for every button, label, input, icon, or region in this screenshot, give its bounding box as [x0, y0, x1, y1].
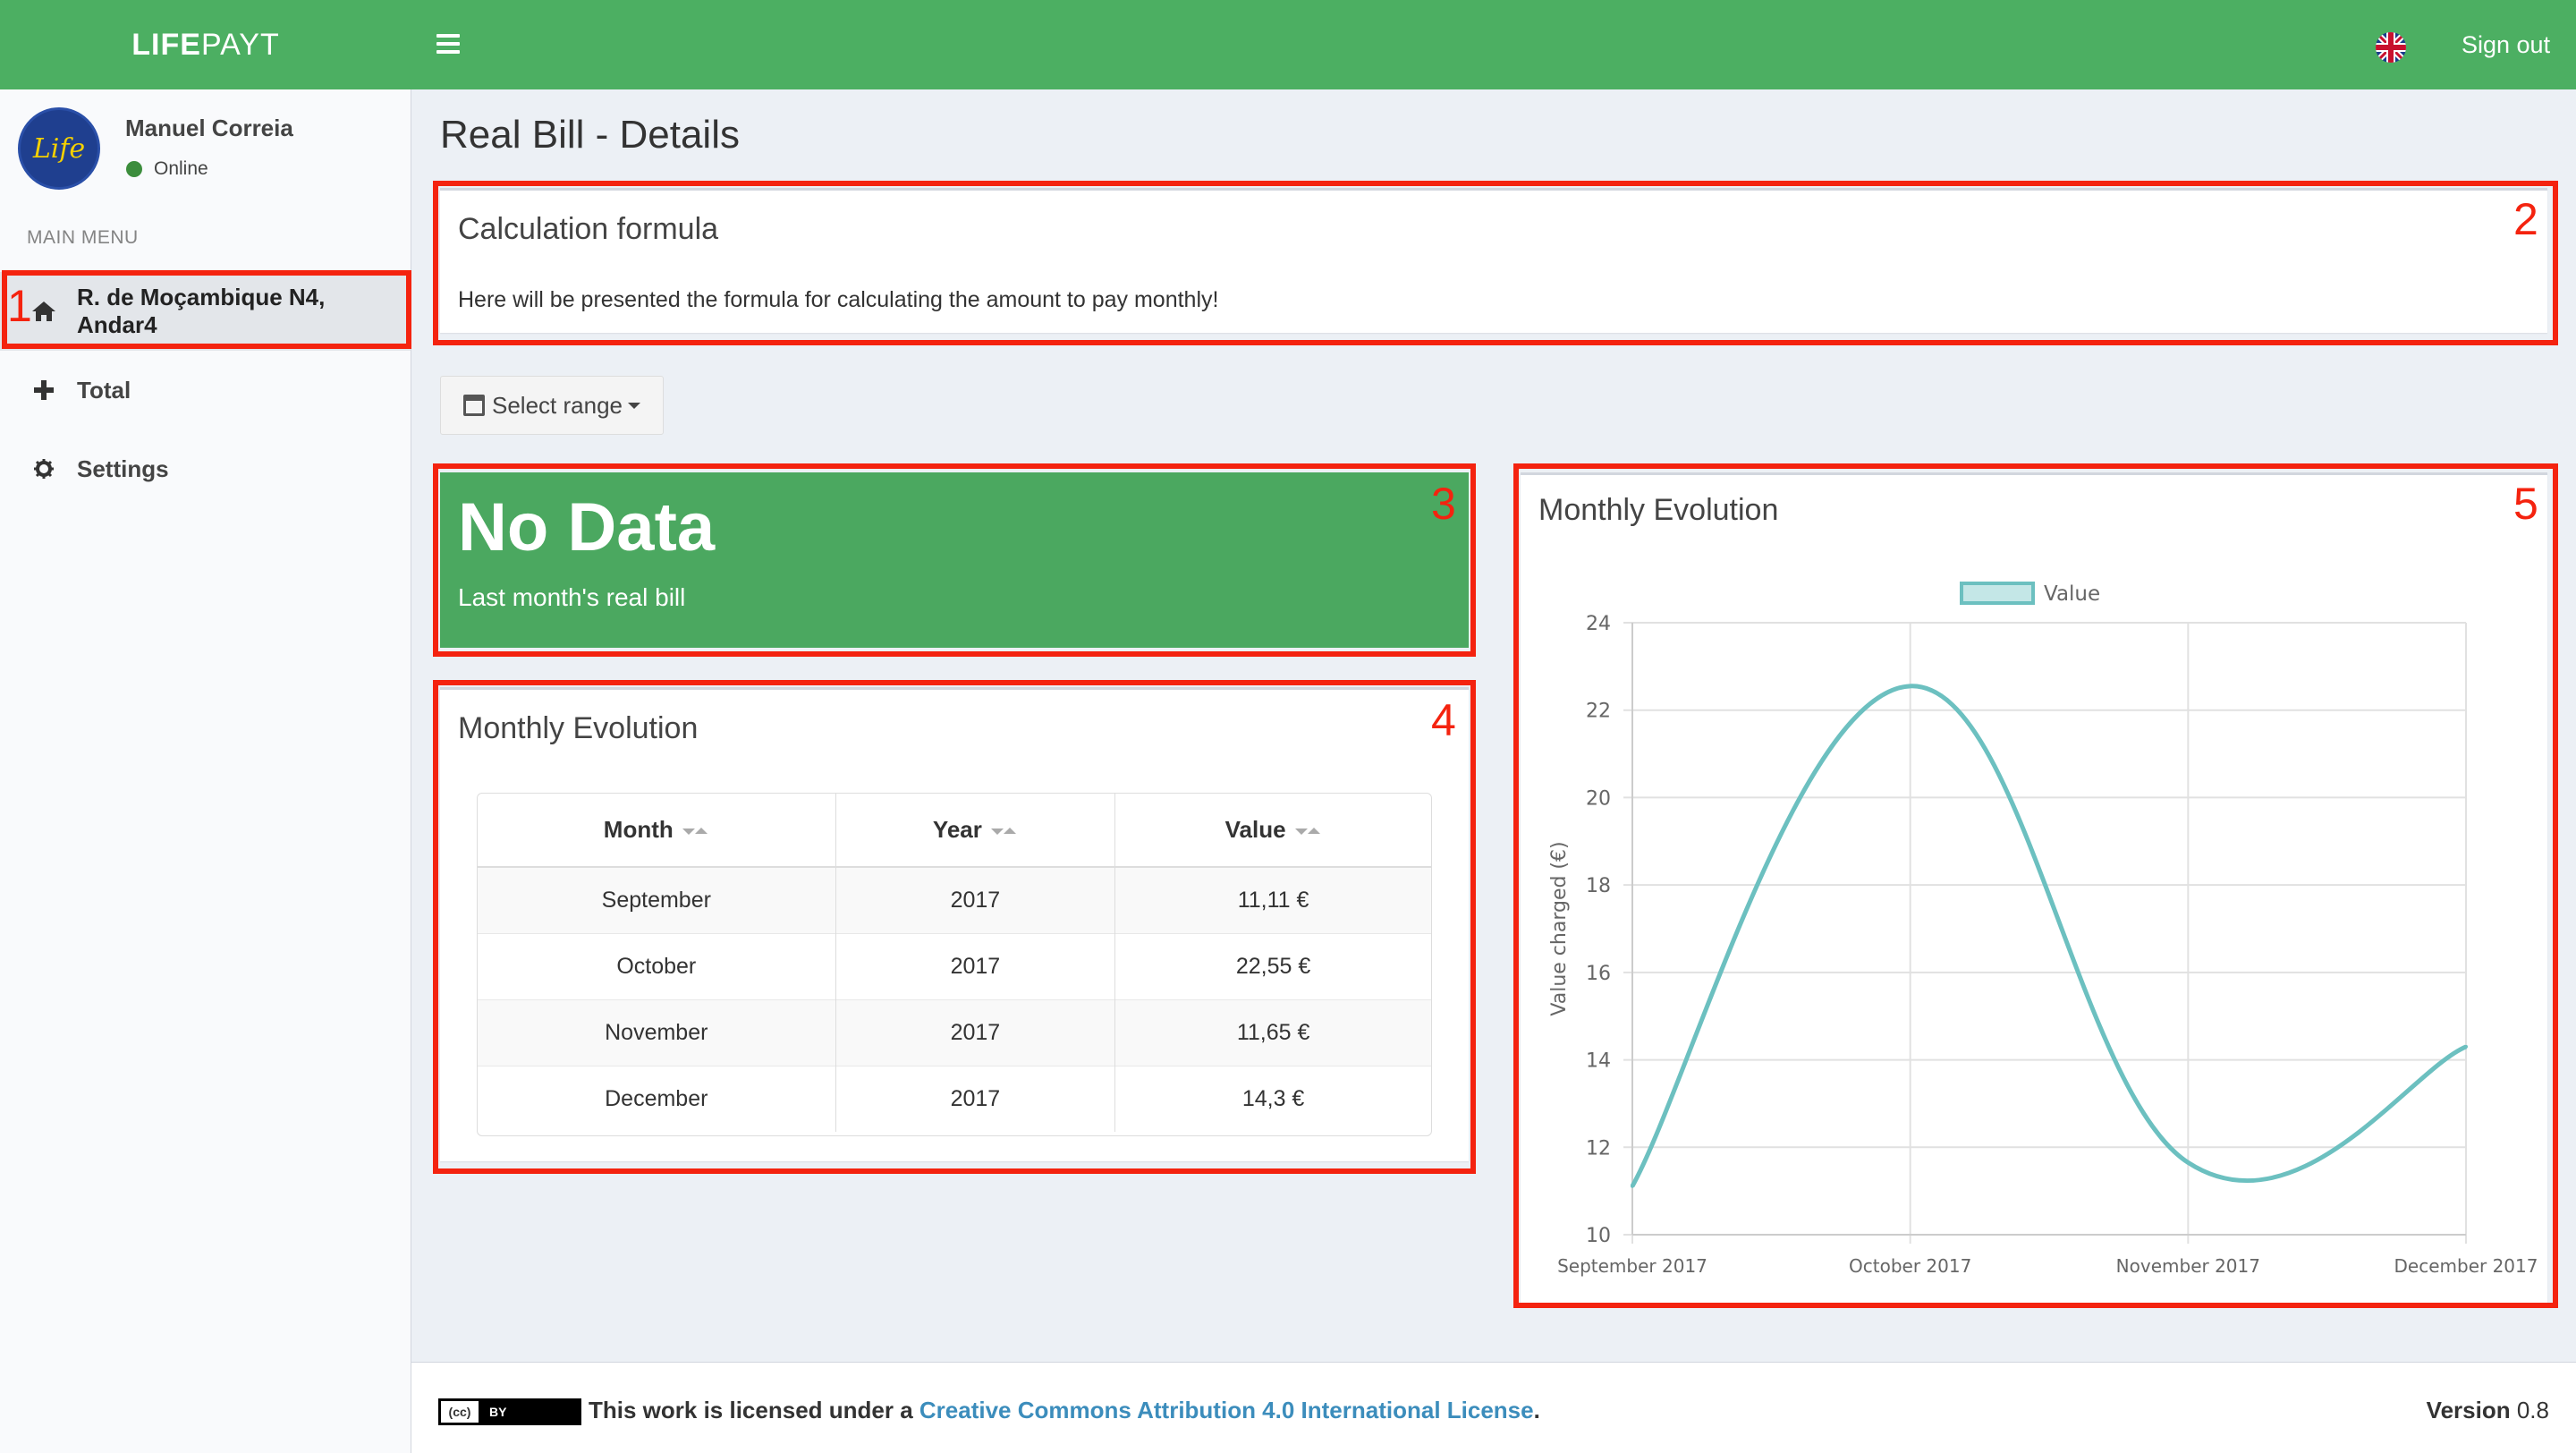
page-title: Real Bill - Details	[440, 113, 740, 157]
menu-header: MAIN MENU	[27, 227, 139, 248]
table-cell: 11,11 €	[1114, 866, 1431, 933]
sidebar-item-total[interactable]: Total	[0, 351, 411, 429]
last-month-bill-box: No Data Last month's real bill	[440, 472, 1469, 648]
avatar-text: Life	[32, 132, 86, 165]
y-tick-label: 10	[1586, 1225, 1611, 1247]
y-tick-label: 24	[1586, 613, 1611, 635]
table-cell: 2017	[835, 932, 1116, 999]
table-cell: 2017	[835, 998, 1116, 1066]
select-range-button[interactable]: Select range	[440, 376, 664, 435]
annotation-label-5: 5	[2513, 479, 2538, 529]
sort-icon	[682, 825, 709, 837]
table-row: December 2017 14,3 €	[478, 1065, 1431, 1132]
home-icon	[30, 300, 57, 323]
table-cell: 14,3 €	[1114, 1065, 1431, 1132]
y-tick-label: 12	[1586, 1137, 1611, 1160]
table-cell: 2017	[835, 866, 1116, 933]
y-tick-label: 16	[1586, 963, 1611, 985]
online-status-icon	[126, 161, 142, 177]
table-row: November 2017 11,65 €	[478, 998, 1431, 1066]
monthly-table: Month Year Value September 2017 11,11 € …	[477, 793, 1432, 1136]
hamburger-menu-icon[interactable]	[436, 34, 460, 54]
formula-box: Calculation formula Here will be present…	[440, 188, 2547, 333]
sidebar: Life Manuel Correia Online MAIN MENU R. …	[0, 89, 411, 1453]
table-cell: September	[478, 866, 836, 933]
monthly-table-title: Monthly Evolution	[458, 711, 699, 745]
formula-box-title: Calculation formula	[458, 212, 719, 246]
table-row: September 2017 11,11 €	[478, 866, 1431, 933]
column-header-value[interactable]: Value	[1114, 794, 1431, 868]
table-cell: 11,65 €	[1114, 998, 1431, 1066]
series-line-value	[1630, 684, 2467, 1187]
logo[interactable]: LIFE PAYT	[0, 0, 411, 89]
user-name: Manuel Correia	[125, 115, 293, 141]
y-tick-label: 14	[1586, 1050, 1611, 1073]
table-row: October 2017 22,55 €	[478, 932, 1431, 999]
y-tick-label: 22	[1586, 701, 1611, 723]
x-tick-label: November 2017	[2116, 1255, 2260, 1277]
table-cell: 22,55 €	[1114, 932, 1431, 999]
column-header-month[interactable]: Month	[478, 794, 836, 868]
sidebar-item-settings[interactable]: Settings	[0, 429, 411, 508]
sort-icon	[990, 825, 1018, 837]
license-prefix: This work is licensed under a	[589, 1397, 919, 1423]
sign-out-link[interactable]: Sign out	[2462, 0, 2550, 89]
calendar-icon	[463, 395, 485, 416]
footer: (cc) BY This work is licensed under a Cr…	[411, 1362, 2576, 1453]
user-status: Online	[154, 158, 208, 179]
legend-label: Value	[2044, 582, 2100, 606]
data-point	[1631, 1184, 1634, 1188]
x-tick-label: October 2017	[1849, 1255, 1971, 1277]
cc-by-badge[interactable]: (cc) BY	[438, 1398, 581, 1425]
data-point	[2186, 1160, 2190, 1165]
sort-icon	[1294, 825, 1322, 837]
license-text: This work is licensed under a Creative C…	[589, 1397, 1540, 1424]
y-tick-label: 20	[1586, 787, 1611, 810]
top-navbar: LIFE PAYT Sign out	[0, 0, 2576, 89]
y-axis-label: Value charged (€)	[1548, 841, 1571, 1015]
plus-icon	[30, 379, 57, 401]
data-point	[2464, 1044, 2468, 1049]
sidebar-item-label: Total	[77, 376, 131, 404]
annotation-label-1: 1	[7, 281, 32, 331]
select-range-label: Select range	[492, 391, 623, 419]
annotation-label-3: 3	[1431, 479, 1456, 529]
cc-badge-cc: (cc)	[441, 1401, 480, 1423]
logo-bold-text: LIFE	[131, 27, 201, 62]
y-tick-label: 18	[1586, 875, 1611, 897]
table-cell: December	[478, 1065, 836, 1132]
gear-icon	[30, 458, 57, 480]
caret-down-icon	[627, 402, 640, 409]
last-month-bill-label: Last month's real bill	[458, 583, 686, 611]
column-header-year[interactable]: Year	[835, 794, 1116, 868]
uk-flag-icon[interactable]	[2376, 32, 2406, 63]
last-month-bill-value: No Data	[458, 489, 716, 565]
table-cell: October	[478, 932, 836, 999]
x-tick-label: September 2017	[1557, 1255, 1707, 1277]
table-cell: 2017	[835, 1065, 1116, 1132]
formula-text: Here will be presented the formula for c…	[458, 287, 1219, 312]
monthly-evolution-chart: 10 12 14 16 18 20 22 24 September 2017 October 20…	[1548, 582, 2538, 1277]
annotation-label-2: 2	[2513, 194, 2538, 244]
x-tick-label: December 2017	[2394, 1255, 2538, 1277]
version-value: 0.8	[2516, 1397, 2549, 1423]
sidebar-item-address[interactable]: R. de Moçambique N4, Andar4	[0, 272, 411, 351]
sidebar-item-label: R. de Moçambique N4, Andar4	[76, 284, 326, 338]
cc-badge-by: BY	[480, 1401, 579, 1423]
version-info: Version 0.8	[2427, 1397, 2549, 1424]
monthly-chart-title: Monthly Evolution	[1538, 493, 1779, 527]
table-cell: November	[478, 998, 836, 1066]
sidebar-item-label: Settings	[77, 455, 169, 482]
data-point	[1908, 684, 1912, 688]
version-label: Version	[2426, 1397, 2511, 1423]
license-suffix: .	[1533, 1397, 1540, 1423]
license-link[interactable]: Creative Commons Attribution 4.0 Interna…	[919, 1397, 1534, 1423]
legend-swatch	[1960, 582, 2035, 605]
avatar: Life	[18, 107, 100, 190]
annotation-label-4: 4	[1431, 695, 1456, 745]
logo-light-text: PAYT	[200, 27, 280, 62]
